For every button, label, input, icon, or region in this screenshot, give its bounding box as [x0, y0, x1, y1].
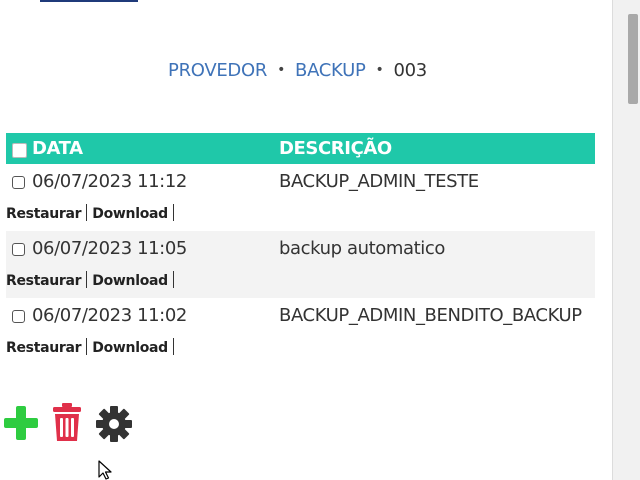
row-checkbox[interactable] [12, 310, 25, 323]
action-divider [172, 204, 174, 221]
action-divider [86, 338, 88, 355]
scrollbar-thumb[interactable] [628, 14, 638, 104]
breadcrumb-backup-link[interactable]: BACKUP [295, 60, 366, 81]
breadcrumb-current: 003 [393, 60, 427, 81]
table-row: 06/07/2023 11:05 backup automatico Resta… [6, 231, 595, 298]
action-divider [86, 271, 88, 288]
delete-backup-button[interactable] [52, 402, 82, 442]
gear-icon [96, 406, 132, 442]
breadcrumb-separator: • [277, 62, 286, 78]
row-date: 06/07/2023 11:05 [32, 238, 187, 259]
download-link[interactable]: Download [92, 206, 168, 222]
mouse-pointer-icon [98, 460, 112, 480]
select-all-checkbox[interactable] [12, 143, 27, 158]
backup-table: DATA DESCRIÇÃO 06/07/2023 11:12 BACKUP_A… [6, 133, 595, 365]
add-backup-button[interactable] [4, 402, 38, 442]
row-description: BACKUP_ADMIN_TESTE [279, 171, 479, 192]
restore-link[interactable]: Restaurar [6, 273, 82, 289]
breadcrumb: PROVEDOR • BACKUP • 003 [0, 60, 595, 81]
action-divider [172, 271, 174, 288]
top-accent-bar [40, 0, 138, 2]
table-row: 06/07/2023 11:12 BACKUP_ADMIN_TESTE Rest… [6, 164, 595, 231]
row-checkbox[interactable] [12, 243, 25, 256]
download-link[interactable]: Download [92, 340, 168, 356]
table-header: DATA DESCRIÇÃO [6, 133, 595, 164]
row-actions: Restaurar Download [6, 338, 179, 356]
row-actions: Restaurar Download [6, 271, 179, 289]
row-date: 06/07/2023 11:02 [32, 305, 187, 326]
action-divider [172, 338, 174, 355]
table-row: 06/07/2023 11:02 BACKUP_ADMIN_BENDITO_BA… [6, 298, 595, 365]
row-actions: Restaurar Download [6, 204, 179, 222]
breadcrumb-provedor-link[interactable]: PROVEDOR [168, 60, 267, 81]
row-description: BACKUP_ADMIN_BENDITO_BACKUP [279, 305, 582, 326]
trash-icon [53, 403, 81, 441]
restore-link[interactable]: Restaurar [6, 206, 82, 222]
settings-button[interactable] [95, 402, 133, 442]
restore-link[interactable]: Restaurar [6, 340, 82, 356]
column-header-data[interactable]: DATA [32, 138, 83, 159]
plus-icon [4, 406, 38, 440]
breadcrumb-separator: • [375, 62, 384, 78]
download-link[interactable]: Download [92, 273, 168, 289]
action-divider [86, 204, 88, 221]
row-date: 06/07/2023 11:12 [32, 171, 187, 192]
column-header-descricao[interactable]: DESCRIÇÃO [279, 138, 392, 159]
row-description: backup automatico [279, 238, 446, 259]
row-checkbox[interactable] [12, 176, 25, 189]
